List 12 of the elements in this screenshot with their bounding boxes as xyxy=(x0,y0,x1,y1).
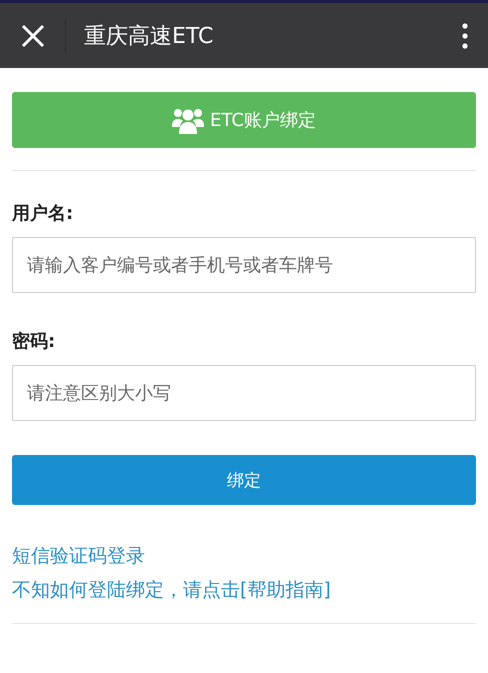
more-icon[interactable] xyxy=(462,22,468,48)
bind-button[interactable]: 绑定 xyxy=(12,455,476,505)
input-field[interactable]: 请输入客户编号或者手机号或者车牌号 xyxy=(12,237,476,293)
help-link[interactable]: 不知如何登陆绑定，请点击[帮助指南] xyxy=(12,577,331,603)
field-label: 用户名: xyxy=(12,202,74,225)
help-link[interactable]: 短信验证码登录 xyxy=(12,543,145,569)
users-icon xyxy=(172,106,204,134)
window-title: 重庆高速ETC xyxy=(84,22,214,50)
account-bind-button[interactable]: ETC账户绑定 xyxy=(12,92,476,148)
input-field[interactable]: 请注意区别大小写 xyxy=(12,365,476,421)
field-label: 密码: xyxy=(12,330,56,353)
close-icon[interactable] xyxy=(20,22,46,48)
